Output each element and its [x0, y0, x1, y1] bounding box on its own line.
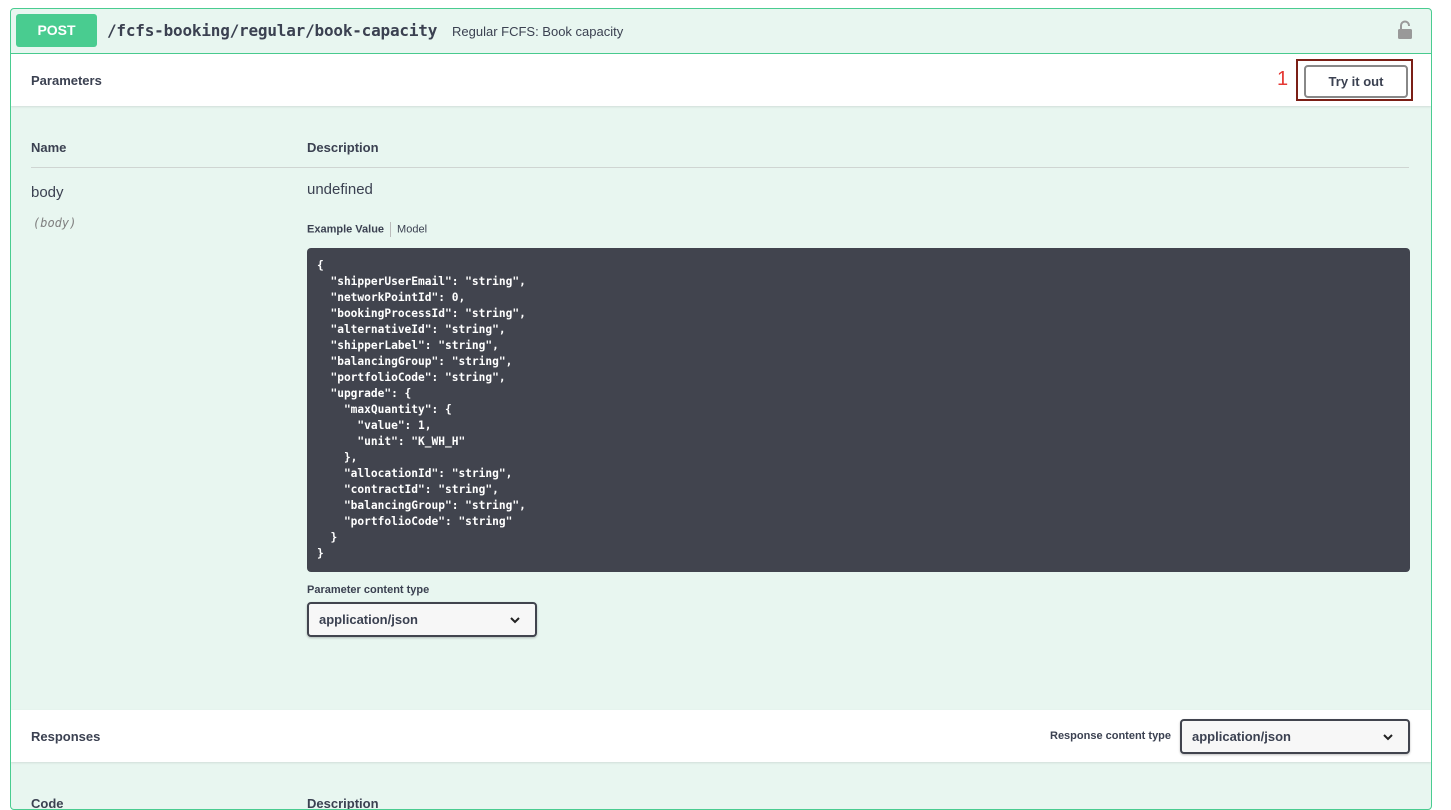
- example-model-tabs: Example Value Model: [307, 222, 427, 237]
- column-description-header: Description: [307, 140, 379, 155]
- operation-path: /fcfs-booking/regular/book-capacity: [107, 21, 438, 40]
- example-json: { "shipperUserEmail": "string", "network…: [317, 259, 526, 560]
- column-name-header: Name: [31, 140, 67, 155]
- responses-code-header: Code: [31, 796, 64, 810]
- responses-title: Responses: [31, 729, 101, 744]
- tab-model[interactable]: Model: [397, 223, 427, 235]
- tab-example-value[interactable]: Example Value: [307, 223, 384, 235]
- chevron-down-icon: [510, 617, 520, 624]
- tab-separator: [390, 222, 392, 237]
- response-content-type-label: Response content type: [1050, 730, 1172, 742]
- operation-summary[interactable]: POST /fcfs-booking/regular/book-capacity…: [11, 9, 1431, 54]
- responses-description-header: Description: [307, 796, 379, 810]
- chevron-down-icon: [1383, 734, 1393, 741]
- response-content-type-value: application/json: [1192, 729, 1291, 744]
- operation-summary-text: Regular FCFS: Book capacity: [452, 24, 624, 39]
- response-content-type-select[interactable]: application/json: [1180, 719, 1410, 754]
- try-it-out-button[interactable]: Try it out: [1304, 65, 1408, 98]
- method-badge: POST: [16, 14, 97, 47]
- parameters-header: Parameters 1 Try it out: [11, 54, 1431, 106]
- parameter-content-type-label: Parameter content type: [307, 584, 430, 596]
- parameter-content-type-value: application/json: [319, 612, 418, 627]
- table-divider: [31, 167, 1409, 168]
- example-value-code[interactable]: { "shipperUserEmail": "string", "network…: [307, 248, 1410, 572]
- responses-header: Responses Response content type applicat…: [11, 710, 1431, 762]
- operation-block-post: POST /fcfs-booking/regular/book-capacity…: [10, 8, 1432, 810]
- parameter-content-type-select[interactable]: application/json: [307, 602, 537, 637]
- annotation-number: 1: [1277, 68, 1289, 90]
- parameter-location: (body): [33, 216, 77, 230]
- lock-open-icon[interactable]: [1397, 20, 1413, 40]
- parameters-title: Parameters: [31, 73, 102, 88]
- parameter-description: undefined: [307, 181, 373, 198]
- parameter-name: body: [31, 184, 64, 201]
